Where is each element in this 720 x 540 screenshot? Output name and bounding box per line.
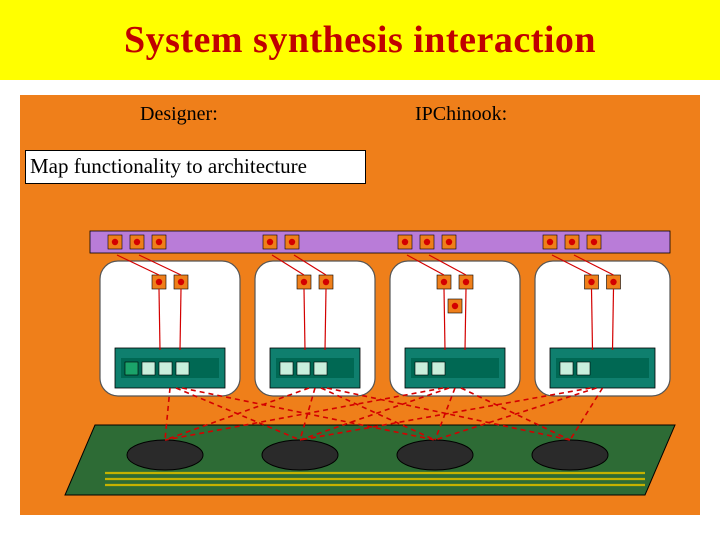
- subtitle-box: Map functionality to architecture: [25, 150, 366, 184]
- designer-label: Designer:: [140, 103, 218, 126]
- page-title: System synthesis interaction: [0, 18, 720, 62]
- ipchinook-label: IPChinook:: [415, 103, 507, 126]
- architecture-diagram: [35, 225, 685, 510]
